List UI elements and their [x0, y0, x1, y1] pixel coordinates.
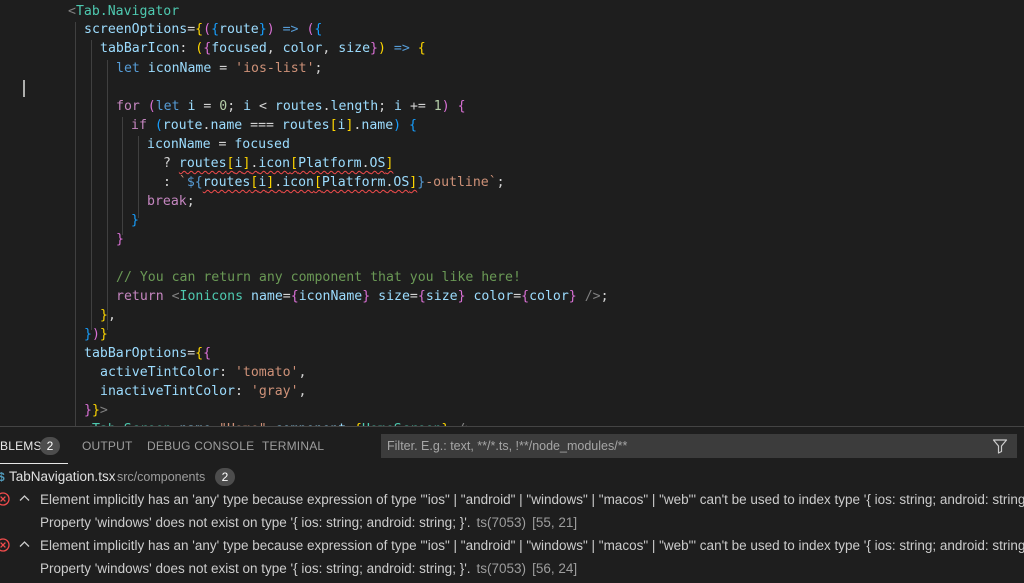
indent-guide	[107, 60, 108, 330]
code-line: tabBarIcon: ({focused, color, size}) => …	[100, 41, 426, 56]
code-line: if (route.name === routes[i].name) {	[131, 118, 417, 133]
problem-file-row[interactable]: $ TabNavigation.tsx src/components 2	[0, 466, 1024, 488]
chevron-up-icon[interactable]	[19, 494, 30, 502]
code-line: for (let i = 0; i < routes.length; i += …	[116, 99, 466, 114]
code-line: : `${routes[i].icon[Platform.OS]}-outlin…	[163, 175, 505, 190]
tab-terminal[interactable]: TERMINAL	[262, 439, 324, 453]
problem-message: Element implicitly has an 'any' type bec…	[40, 492, 1024, 507]
problem-item[interactable]: Element implicitly has an 'any' type bec…	[0, 489, 1024, 511]
problems-panel: BLEMS 2 OUTPUT DEBUG CONSOLE TERMINAL $ …	[0, 426, 1024, 583]
chevron-up-icon[interactable]	[19, 540, 30, 548]
tab-problems[interactable]: BLEMS	[0, 439, 68, 464]
filter-input[interactable]	[382, 435, 982, 457]
code-line: return <Ionicons name={iconName} size={s…	[116, 289, 609, 304]
problem-item[interactable]: Element implicitly has an 'any' type bec…	[0, 535, 1024, 557]
indent-guide	[138, 136, 139, 218]
code-line: let iconName = 'ios-list';	[116, 61, 323, 76]
code-line: })}	[84, 327, 108, 342]
panel-tabs: BLEMS 2 OUTPUT DEBUG CONSOLE TERMINAL	[0, 427, 1024, 467]
problem-detail-text: Property 'windows' does not exist on typ…	[40, 515, 471, 530]
code-line: activeTintColor: 'tomato',	[100, 365, 307, 380]
code-line: inactiveTintColor: 'gray',	[100, 384, 307, 399]
tab-debug-console[interactable]: DEBUG CONSOLE	[147, 439, 254, 453]
problem-detail: Property 'windows' does not exist on typ…	[0, 512, 1024, 534]
problems-count-badge: 2	[40, 437, 60, 455]
code-line: }}>	[84, 403, 108, 418]
code-editor[interactable]: <Tab.Navigator screenOptions={({route}) =…	[0, 0, 1024, 426]
indent-guide	[75, 22, 76, 426]
code-line: // You can return any component that you…	[116, 270, 521, 285]
code-line: break;	[147, 194, 195, 209]
filter-icon[interactable]	[992, 438, 1008, 454]
problem-detail-text: Property 'windows' does not exist on typ…	[40, 561, 471, 576]
tab-output[interactable]: OUTPUT	[82, 439, 133, 453]
problem-code: ts(7053)	[476, 515, 527, 530]
text-cursor	[23, 80, 25, 97]
file-path: src/components	[117, 470, 206, 484]
error-icon	[0, 538, 10, 552]
file-name: TabNavigation.tsx	[9, 469, 116, 484]
problem-position: [56, 24]	[532, 561, 578, 576]
code-line: <Tab.Navigator	[68, 4, 180, 19]
code-line: ? routes[i].icon[Platform.OS]	[163, 156, 394, 171]
indent-guide	[122, 117, 123, 235]
file-problem-count: 2	[215, 468, 235, 486]
ts-file-icon: $	[0, 470, 5, 484]
problem-message: Element implicitly has an 'any' type bec…	[40, 538, 1024, 553]
problem-detail: Property 'windows' does not exist on typ…	[0, 558, 1024, 580]
problem-position: [55, 21]	[532, 515, 578, 530]
error-icon	[0, 492, 10, 506]
code-line: tabBarOptions={{	[84, 346, 212, 361]
code-line: screenOptions={({route}) => ({	[84, 22, 323, 37]
code-line: iconName = focused	[147, 137, 290, 152]
problem-code: ts(7053)	[476, 561, 527, 576]
indent-guide	[91, 40, 92, 330]
filter-box	[381, 434, 1017, 458]
